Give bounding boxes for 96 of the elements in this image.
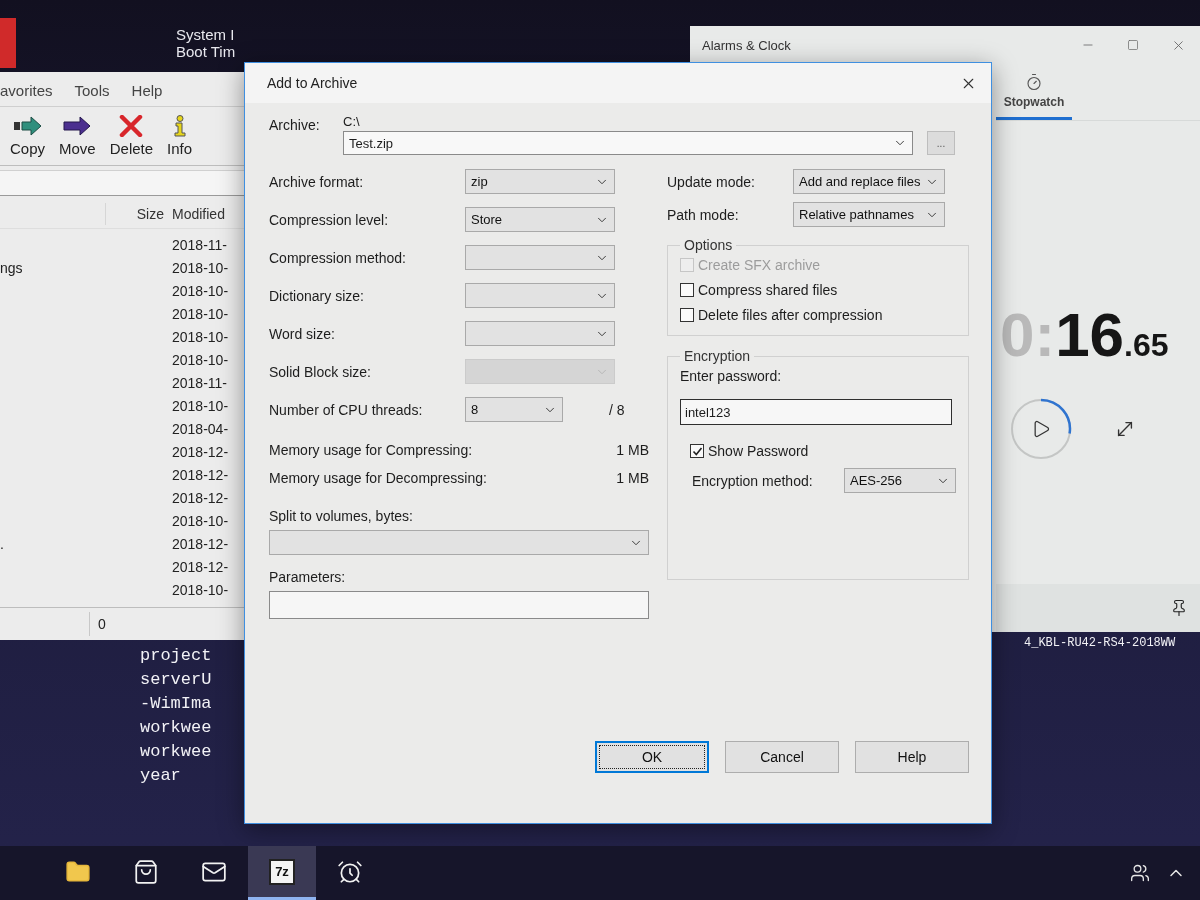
pin-icon[interactable] [1170, 599, 1188, 617]
toolbar-button[interactable]: Delete [109, 115, 154, 157]
console-line: workwee [140, 717, 212, 739]
info-icon [172, 115, 187, 137]
field-label: Memory usage for Compressing: [269, 442, 473, 458]
dropdown[interactable]: Add and replace files [793, 169, 945, 194]
toolbar-button[interactable]: Move [59, 115, 96, 157]
checkbox-label[interactable]: Compress shared files [698, 282, 838, 298]
console-line: year [140, 765, 181, 787]
dropdown[interactable]: Relative pathnames [793, 202, 945, 227]
checkbox[interactable] [690, 444, 704, 458]
console-line: 4_KBL-RU42-RS4-2018WW [1024, 636, 1176, 650]
archive-name-field[interactable]: Test.zip [343, 131, 913, 155]
field-label: Archive format: [269, 173, 364, 190]
check-icon [691, 445, 703, 457]
app-logo: 7z [269, 858, 295, 885]
menu-item[interactable]: Help [131, 82, 163, 99]
dialog-title: Add to Archive [267, 75, 358, 91]
field-label: Update mode: [667, 173, 755, 190]
field-label: Word size: [269, 325, 335, 342]
field-label: Archive: [269, 116, 320, 133]
field-label: Memory usage for Decompressing: [269, 470, 487, 486]
dialog-button[interactable]: OK [595, 741, 709, 773]
menu-item[interactable]: avorites [0, 82, 53, 99]
table-cell: . [0, 535, 4, 552]
group-title: Encryption [683, 348, 752, 364]
app-tile-icon [0, 18, 16, 68]
toolbar-button[interactable]: Copy [10, 115, 46, 157]
table-cell: 2018-10- [172, 305, 229, 322]
arrow-icon [62, 115, 93, 137]
checkbox[interactable] [680, 283, 694, 297]
table-cell: 2018-11- [172, 374, 227, 391]
column-header[interactable]: Size [136, 206, 164, 222]
table-cell: 2018-10- [172, 259, 229, 276]
bag-icon [133, 858, 159, 885]
table-cell: 2018-12- [172, 558, 229, 575]
column-header[interactable]: Modified [172, 206, 225, 222]
table-cell: 2018-12- [172, 443, 229, 460]
dialog-button[interactable]: Cancel [725, 741, 839, 773]
browse-button[interactable]: ... [927, 131, 955, 155]
folder-path: C:\ [343, 113, 360, 131]
console-line: workwee [140, 741, 212, 763]
field-label: Solid Block size: [269, 363, 371, 380]
cross-icon [119, 115, 144, 137]
table-cell: 2018-04- [172, 420, 229, 437]
maximize-icon[interactable] [1127, 39, 1139, 51]
password-field[interactable]: intel123 [680, 399, 952, 425]
dropdown[interactable]: AES-256 [844, 468, 956, 493]
window-title: Alarms & Clock [702, 37, 791, 53]
checkbox-label[interactable]: Show Password [708, 443, 809, 459]
table-cell: 2018-10- [172, 512, 229, 529]
info-text: System I [176, 26, 235, 43]
stopwatch-icon [1025, 72, 1043, 91]
field-label: Number of CPU threads: [269, 401, 423, 418]
dropdown[interactable]: zip [465, 169, 615, 194]
group-title: Options [683, 237, 734, 253]
status-text: 0 [98, 616, 106, 632]
alarm-clock-icon [337, 858, 363, 885]
console-line: project [140, 645, 212, 667]
table-cell: 2018-11- [172, 236, 227, 253]
table-cell: ngs [0, 259, 23, 276]
taskbar-button[interactable]: 7z [248, 846, 316, 900]
field-label: Encryption method: [692, 472, 813, 489]
thread-count: / 8 [609, 401, 625, 418]
field-label: Dictionary size: [269, 287, 364, 304]
field-label: Compression method: [269, 249, 406, 266]
checkbox[interactable] [680, 308, 694, 322]
people-icon[interactable] [1130, 863, 1150, 883]
field-label: Path mode: [667, 206, 739, 223]
memory-value: 1 MB [616, 470, 649, 486]
table-cell: 2018-10- [172, 397, 229, 414]
tab[interactable]: Stopwatch [996, 64, 1072, 120]
table-cell: 2018-12- [172, 466, 229, 483]
checkbox-label[interactable]: Delete files after compression [698, 307, 883, 323]
field-label: Compression level: [269, 211, 389, 228]
arrow-icon [12, 115, 43, 137]
table-cell: 2018-10- [172, 581, 229, 598]
input-field[interactable] [269, 591, 649, 619]
table-cell: 2018-12- [172, 489, 229, 506]
memory-value: 1 MB [616, 442, 649, 458]
dropdown[interactable]: 8 [465, 397, 563, 422]
menu-item[interactable]: Tools [74, 82, 110, 99]
field-label: Enter password: [680, 368, 782, 384]
table-cell: 2018-10- [172, 282, 229, 299]
dialog-button[interactable]: Help [855, 741, 969, 773]
console-line: serverU [140, 669, 212, 691]
table-cell: 2018-12- [172, 535, 229, 552]
info-text: Boot Tim [176, 43, 236, 60]
ring-icon [1010, 398, 1072, 460]
console-line: -WimIma [140, 693, 212, 715]
toolbar-button[interactable]: Info [167, 115, 193, 157]
field-label: Parameters: [269, 569, 346, 585]
table-cell: 2018-10- [172, 351, 229, 368]
field-label: Split to volumes, bytes: [269, 508, 413, 524]
dropdown[interactable]: Store [465, 207, 615, 232]
table-cell: 2018-10- [172, 328, 229, 345]
